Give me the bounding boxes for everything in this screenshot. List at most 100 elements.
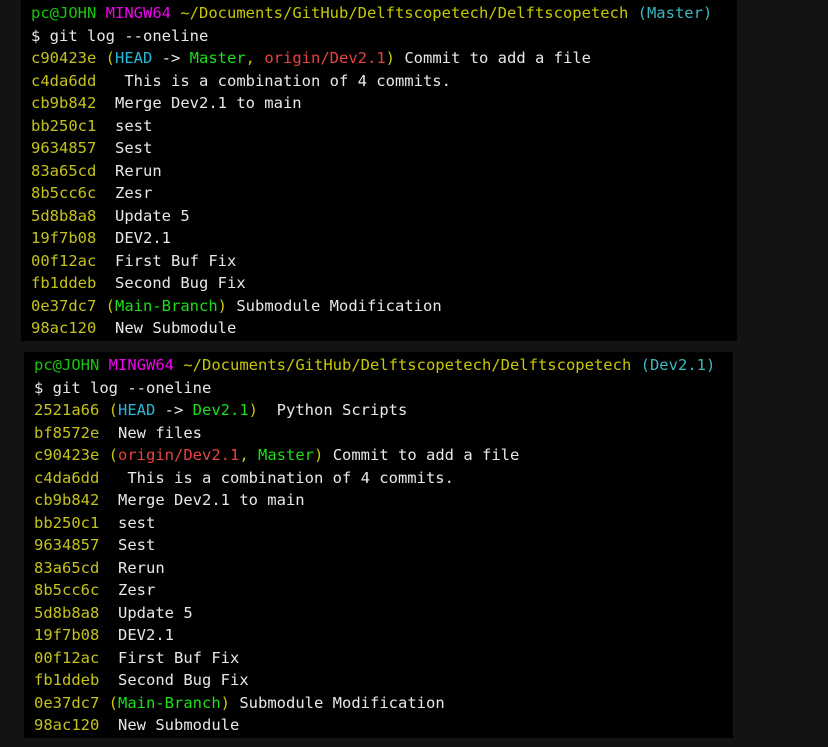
commit-hash: 00f12ac [31,251,97,270]
commit-hash: c4da6dd [31,71,97,90]
commit-message: Second Bug Fix [105,274,246,292]
commit-line: 19f7b08 DEV2.1 [34,624,733,647]
commit-line: bb250c1 sest [34,512,733,535]
commit-hash: 83a65cd [34,558,100,577]
commit-hash: 19f7b08 [34,626,100,644]
commit-hash: 98ac120 [34,716,100,734]
commit-ref: ) [248,401,259,419]
commit-line: 00f12ac First Buf Fix [34,647,733,670]
prompt-branch: (Master) [637,4,713,22]
commit-message: Commit to add a file [323,446,520,464]
commit-message: Rerun [105,161,162,180]
commit-line: c90423e (origin/Dev2.1, Master) Commit t… [34,444,733,467]
commit-line: fb1ddeb Second Bug Fix [34,669,733,692]
commit-message: New Submodule [108,716,240,734]
commit-message: New Submodule [105,319,237,337]
commit-message: Python Scripts [258,401,408,419]
commit-line: 0e37dc7 (Main-Branch) Submodule Modifica… [34,692,733,715]
commit-ref: HEAD [118,401,156,419]
terminal-window-dev[interactable]: pc@JOHN MINGW64 ~/Documents/GitHub/Delft… [24,352,733,738]
commit-ref: ( [108,446,119,464]
commit-hash: cb9b842 [34,491,100,509]
commit-hash: 98ac120 [31,319,97,337]
prompt-line: pc@JOHN MINGW64 ~/Documents/GitHub/Delft… [31,2,737,25]
commit-message: DEV2.1 [108,626,174,644]
commit-message: Merge Dev2.1 to main [108,491,305,509]
commit-message: Second Bug Fix [108,671,249,689]
commit-hash: 0e37dc7 [31,296,97,315]
commit-message: Merge Dev2.1 to main [105,94,302,112]
commit-hash: fb1ddeb [31,274,97,292]
commit-message: Zesr [105,184,153,202]
commit-line: c4da6dd This is a combination of 4 commi… [31,70,737,93]
commit-ref: Main-Branch [118,693,221,712]
commit-ref: Main-Branch [115,296,218,315]
commit-ref: HEAD [115,49,153,67]
terminal-output-dev[interactable]: pc@JOHN MINGW64 ~/Documents/GitHub/Delft… [24,352,733,737]
prompt-path: ~/Documents/GitHub/Delftscopetech/Delfts… [180,4,629,22]
commit-ref: Master [189,49,246,67]
commit-line: 83a65cd Rerun [34,557,733,580]
commit-line: cb9b842 Merge Dev2.1 to main [34,489,733,512]
commit-hash: bf8572e [34,423,100,442]
commit-message: New files [108,423,202,442]
commit-hash: 0e37dc7 [34,693,100,712]
prompt-shell: MINGW64 [108,356,174,374]
commit-line: 9634857 Sest [31,137,737,160]
commit-ref: ( [105,296,116,315]
terminal-window-master[interactable]: pc@JOHN MINGW64 ~/Documents/GitHub/Delft… [21,0,737,341]
commit-line: 5d8b8a8 Update 5 [34,602,733,625]
commit-hash: 8b5cc6c [34,581,100,599]
commit-message: sest [108,513,156,532]
commit-message: Update 5 [108,603,193,622]
commit-message: sest [105,116,153,135]
command-line[interactable]: $ git log --oneline [31,25,737,48]
commit-ref: , [245,49,265,67]
commit-line: 2521a66 (HEAD -> Dev2.1) Python Scripts [34,399,733,422]
commit-message: Rerun [108,558,165,577]
commit-line: bf8572e New files [34,422,733,445]
commit-hash: c4da6dd [34,468,100,487]
commit-hash: 5d8b8a8 [34,603,100,622]
commit-line: 9634857 Sest [34,534,733,557]
commit-line: 5d8b8a8 Update 5 [31,205,737,228]
commit-message: DEV2.1 [105,229,171,247]
commit-ref: origin/Dev2.1 [118,446,240,464]
commit-line: cb9b842 Merge Dev2.1 to main [31,92,737,115]
commit-line: bb250c1 sest [31,115,737,138]
commit-message: Zesr [108,581,156,599]
commit-ref: ) [385,49,396,67]
prompt-path: ~/Documents/GitHub/Delftscopetech/Delfts… [183,356,632,374]
commit-ref: ( [108,693,119,712]
commit-hash: bb250c1 [34,513,100,532]
commit-hash: 19f7b08 [31,229,97,247]
commit-line: c4da6dd This is a combination of 4 commi… [34,467,733,490]
commit-message: Update 5 [105,206,190,225]
commit-message: First Buf Fix [108,648,240,667]
command-line[interactable]: $ git log --oneline [34,377,733,400]
commit-line: 0e37dc7 (Main-Branch) Submodule Modifica… [31,295,737,318]
prompt-sigil: $ [34,378,53,397]
commit-hash: 8b5cc6c [31,184,97,202]
commit-line: 19f7b08 DEV2.1 [31,227,737,250]
commit-message: Submodule Modification [230,693,445,712]
commit-hash: fb1ddeb [34,671,100,689]
commit-hash: c90423e [34,446,100,464]
commit-hash: 9634857 [34,536,100,554]
commit-line: 98ac120 New Submodule [34,714,733,737]
commit-ref: ) [314,446,324,464]
commit-message: First Buf Fix [105,251,237,270]
commit-message: Sest [108,536,156,554]
commit-message: This is a combination of 4 commits. [108,468,454,487]
commit-message: Submodule Modification [227,296,442,315]
commit-ref: -> [152,49,190,67]
commit-ref: ) [220,693,231,712]
terminal-output-master[interactable]: pc@JOHN MINGW64 ~/Documents/GitHub/Delft… [21,0,737,340]
commit-ref: Dev2.1 [192,401,249,419]
commit-hash: cb9b842 [31,94,97,112]
commit-line: 00f12ac First Buf Fix [31,250,737,273]
commit-ref: origin/Dev2.1 [264,49,386,67]
commit-ref: ) [217,296,228,315]
commit-ref: ( [108,401,119,419]
prompt-user: pc@JOHN [34,356,100,374]
